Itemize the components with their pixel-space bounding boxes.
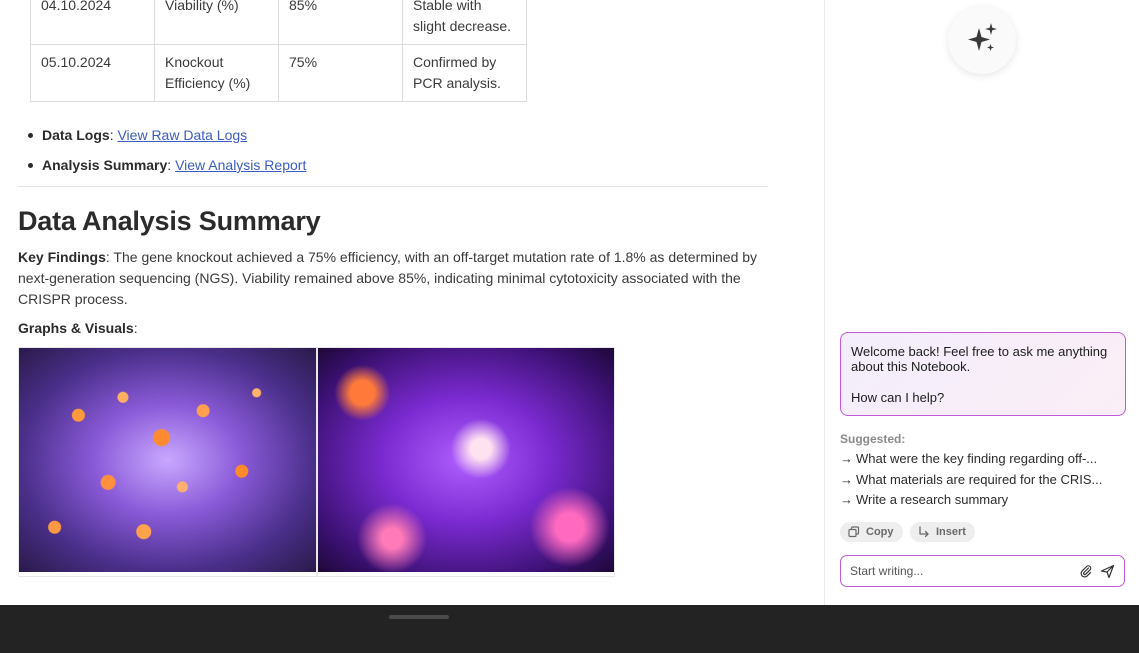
section-heading: Data Analysis Summary xyxy=(18,206,321,236)
suggestion-item[interactable]: → What were the key finding regarding off… xyxy=(840,450,1102,471)
resource-links-list: Data Logs: View Raw Data Logs Analysis S… xyxy=(24,125,306,185)
graphs-colon: : xyxy=(133,320,138,336)
view-analysis-report-link[interactable]: View Analysis Report xyxy=(175,157,306,173)
insert-arrow-icon xyxy=(919,526,929,538)
welcome-message: Welcome back! Feel free to ask me anythi… xyxy=(840,332,1126,416)
arrow-right-icon: → xyxy=(840,471,853,487)
chat-input-box xyxy=(840,555,1125,587)
key-findings-label: Key Findings xyxy=(18,249,106,265)
copy-label: Copy xyxy=(866,526,894,538)
drag-handle[interactable] xyxy=(389,615,449,619)
ai-assistant-panel: Welcome back! Feel free to ask me anythi… xyxy=(824,0,1139,605)
table-cell-notes: Confirmed by PCR analysis. xyxy=(402,44,527,102)
sparkles-icon[interactable] xyxy=(948,6,1016,74)
suggestion-text: Write a research summary xyxy=(856,492,1009,507)
help-prompt: How can I help? xyxy=(851,390,945,405)
table-row: 05.10.2024 Knockout Efficiency (%) 75% C… xyxy=(30,44,527,102)
cell-microscopy-image xyxy=(19,348,316,572)
bullet-icon xyxy=(28,163,33,168)
table-cell-date: 04.10.2024 xyxy=(30,0,155,45)
table-cell-metric: Viability (%) xyxy=(154,0,279,45)
view-raw-data-logs-link[interactable]: View Raw Data Logs xyxy=(117,127,247,143)
suggested-heading: Suggested: xyxy=(840,432,906,446)
microscopy-image-2[interactable] xyxy=(317,347,615,577)
table-cell-notes: Stable with slight decrease. xyxy=(402,0,527,45)
arrow-right-icon: → xyxy=(840,492,853,507)
results-table: 04.10.2024 Viability (%) 85% Stable with… xyxy=(30,0,527,102)
divider xyxy=(18,186,768,187)
key-findings-paragraph: Key Findings: The gene knockout achieved… xyxy=(18,247,778,310)
copy-button[interactable]: Copy xyxy=(840,522,903,542)
table-row: 04.10.2024 Viability (%) 85% Stable with… xyxy=(30,0,527,45)
graphs-label: Graphs & Visuals xyxy=(18,320,134,336)
neuron-microscopy-image xyxy=(318,348,614,572)
suggestion-text: What were the key finding regarding off-… xyxy=(856,451,1098,466)
table-cell-value: 85% xyxy=(278,0,403,45)
table-cell-date: 05.10.2024 xyxy=(30,44,155,102)
suggestions-list: → What were the key finding regarding off… xyxy=(840,450,1102,512)
graphs-visuals-label: Graphs & Visuals: xyxy=(18,318,138,338)
key-findings-text: : The gene knockout achieved a 75% effic… xyxy=(18,249,758,307)
welcome-text: Welcome back! Feel free to ask me anythi… xyxy=(851,344,1108,374)
table-cell-value: 75% xyxy=(278,44,403,102)
suggestion-item[interactable]: → Write a research summary xyxy=(840,491,1102,512)
table-cell-metric: Knockout Efficiency (%) xyxy=(154,44,279,102)
link-label: Data Logs xyxy=(42,127,110,143)
arrow-right-icon: → xyxy=(840,451,853,466)
chat-input[interactable] xyxy=(850,564,1074,578)
copy-icon xyxy=(848,526,860,538)
list-item: Data Logs: View Raw Data Logs xyxy=(24,125,306,155)
link-label: Analysis Summary xyxy=(42,157,168,173)
paperclip-icon[interactable] xyxy=(1077,562,1095,580)
notebook-document: 04.10.2024 Viability (%) 85% Stable with… xyxy=(0,0,824,605)
bottom-bar xyxy=(0,605,1139,653)
insert-button[interactable]: Insert xyxy=(910,522,975,542)
insert-label: Insert xyxy=(936,526,966,538)
list-item: Analysis Summary: View Analysis Report xyxy=(24,155,306,185)
microscopy-image-1[interactable] xyxy=(18,347,317,577)
suggestion-item[interactable]: → What materials are required for the CRI… xyxy=(840,471,1102,492)
bullet-icon xyxy=(28,133,33,138)
send-icon[interactable] xyxy=(1098,562,1116,580)
suggestion-text: What materials are required for the CRIS… xyxy=(856,471,1103,487)
